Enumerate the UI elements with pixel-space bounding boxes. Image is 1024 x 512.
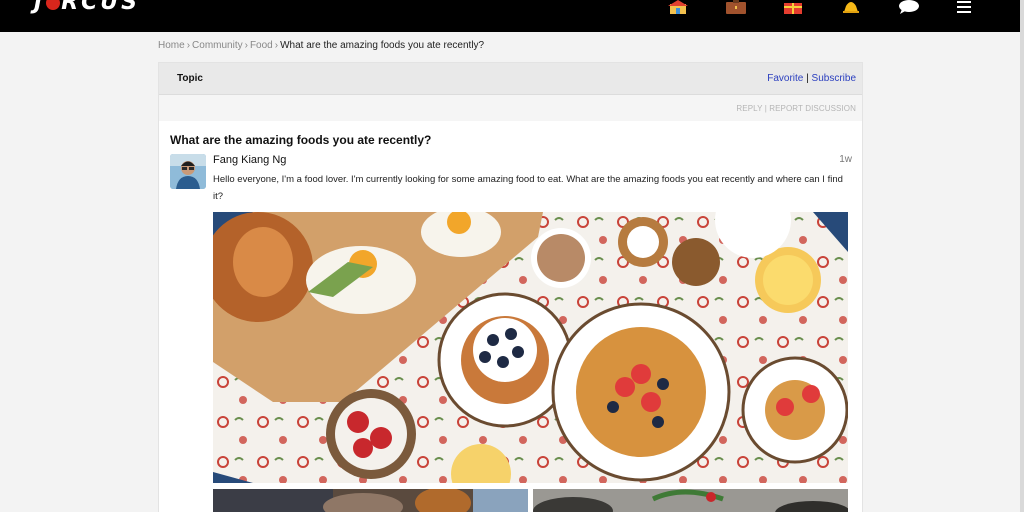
breadcrumb-separator: › (244, 40, 248, 51)
breadcrumb-home[interactable]: Home (158, 40, 185, 51)
breadcrumb-separator: › (186, 40, 191, 51)
logo-ball-icon (46, 0, 61, 10)
menu-icon[interactable] (953, 0, 975, 14)
post-photo[interactable] (213, 212, 848, 483)
panel-subbar: REPLY | REPORT DISCUSSION (159, 95, 862, 121)
logo-text-right: RCUS (61, 0, 140, 15)
home-icon[interactable] (667, 0, 689, 14)
gift-icon[interactable] (782, 0, 804, 14)
breadcrumb-food[interactable]: Food (250, 40, 273, 51)
briefcase-icon[interactable] (725, 0, 747, 14)
discussion-panel: Topic Favorite | Subscribe REPLY | REPOR… (158, 62, 863, 512)
post-time: 1w (839, 154, 852, 165)
breadcrumb-current: What are the amazing foods you ate recen… (280, 40, 485, 51)
scrollbar[interactable] (1020, 0, 1024, 512)
discussion-actions: REPLY | REPORT DISCUSSION (736, 104, 856, 113)
post-body: Hello everyone, I'm a food lover. I'm cu… (213, 174, 843, 202)
breadcrumb-separator: › (274, 40, 279, 51)
post-title: What are the amazing foods you ate recen… (170, 133, 432, 147)
avatar[interactable] (170, 154, 206, 189)
favorite-link[interactable]: Favorite (767, 73, 803, 84)
sub-actions-divider: | (764, 104, 767, 113)
bell-icon[interactable] (840, 0, 862, 14)
actions-divider: | (806, 73, 809, 84)
logo-text-left: J (34, 0, 46, 15)
site-logo[interactable]: J RCUS (34, 0, 140, 14)
panel-actions: Favorite | Subscribe (767, 73, 856, 84)
panel-header: Topic Favorite | Subscribe (159, 63, 862, 95)
post-photo-thumbnail[interactable] (533, 489, 848, 512)
top-navigation-bar: J RCUS (0, 0, 1020, 32)
report-discussion-link[interactable]: REPORT DISCUSSION (769, 104, 856, 113)
chat-icon[interactable] (898, 0, 920, 14)
breadcrumb: Home › Community › Food › What are the amazing… (158, 40, 484, 51)
breadcrumb-community[interactable]: Community (192, 40, 243, 51)
subscribe-link[interactable]: Subscribe (812, 73, 856, 84)
topic-label: Topic (177, 73, 203, 84)
post-photo-thumbnail[interactable] (213, 489, 528, 512)
reply-link[interactable]: REPLY (736, 104, 762, 113)
post-author[interactable]: Fang Kiang Ng (213, 154, 286, 166)
